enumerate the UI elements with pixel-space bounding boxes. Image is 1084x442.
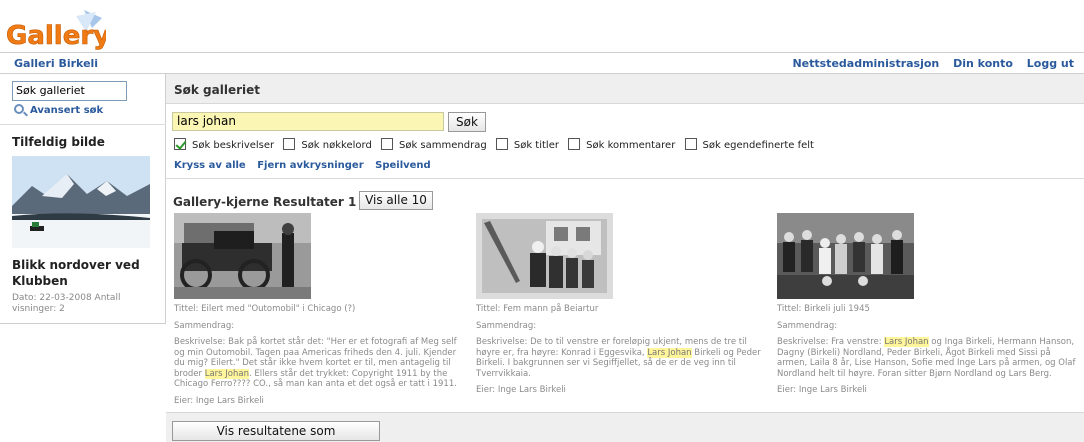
breadcrumb-gallery[interactable]: Galleri Birkeli [14, 57, 98, 70]
result-summary: Sammendrag: [777, 320, 838, 331]
result-owner: Eier: Inge Lars Birkeli [174, 395, 264, 406]
random-image-caption[interactable]: Blikk nordover ved Klubben [12, 257, 157, 289]
result-item: Tittel: Fem mann på Beiartur Sammendrag:… [476, 213, 766, 402]
result-thumbnail[interactable] [476, 213, 613, 299]
search-icon [14, 104, 24, 114]
option-label: Søk sammendrag [398, 140, 487, 151]
random-image-thumbnail[interactable] [12, 156, 150, 248]
option-label: Søk nøkkelord [301, 140, 372, 151]
result-title: Tittel: Fem mann på Beiartur [476, 304, 599, 314]
result-item: Tittel: Eilert med "Outomobil" i Chicago… [174, 213, 464, 412]
slideshow-button[interactable]: Vis resultatene som lysbildevisning [172, 421, 380, 441]
search-query-input[interactable]: lars johan [172, 112, 444, 131]
selection-links: Kryss av alle Fjern avkrysninger Speilve… [174, 160, 439, 171]
option-label: Søk titler [513, 140, 559, 151]
checkbox-keywords[interactable] [283, 138, 296, 150]
search-highlight: Lars Johan [884, 337, 929, 347]
main-header: Søk galleriet [166, 74, 1084, 104]
results-footer: Vis resultatene som lysbildevisning [166, 412, 1084, 442]
option-descriptions[interactable]: Søk beskrivelser [174, 138, 274, 151]
advanced-search-link[interactable]: Avansert søk [14, 104, 103, 116]
divider [166, 178, 1084, 179]
checkbox-titles[interactable] [495, 138, 508, 150]
option-label: Søk kommentarer [586, 140, 676, 151]
result-thumbnail[interactable] [777, 213, 914, 299]
option-comments[interactable]: Søk kommentarer [568, 138, 675, 151]
view-all-button[interactable]: Vis alle 10 [359, 191, 433, 210]
top-nav-bar: Galleri Birkeli Nettstedadministrasjon D… [0, 52, 1084, 74]
checkbox-comments[interactable] [568, 138, 581, 150]
option-label: Søk egendefinerte felt [702, 140, 814, 151]
page-title: Søk galleriet [174, 83, 261, 97]
result-item: Tittel: Birkeli juli 1945 Sammendrag: Be… [777, 213, 1077, 402]
result-title: Tittel: Birkeli juli 1945 [777, 304, 870, 314]
result-summary: Sammendrag: [174, 320, 235, 331]
checkbox-custom-fields[interactable] [684, 138, 697, 150]
search-highlight: Lars Johan [647, 347, 692, 358]
sidebar-divider [0, 124, 166, 125]
check-all-link[interactable]: Kryss av alle [174, 160, 246, 171]
search-options: Søk beskrivelser Søk nøkkelord Søk samme… [174, 138, 820, 151]
option-label: Søk beskrivelser [192, 140, 275, 151]
sidebar-search-input[interactable]: Søk galleriet [12, 81, 127, 101]
option-custom-fields[interactable]: Søk egendefinerte felt [684, 138, 814, 151]
checkbox-descriptions[interactable] [174, 138, 186, 150]
result-description: Beskrivelse: Fra venstre: Lars Johan og … [777, 337, 1077, 379]
result-summary: Sammendrag: [476, 320, 537, 331]
invert-selection-link[interactable]: Speilvend [375, 160, 431, 171]
option-summary[interactable]: Søk sammendrag [380, 138, 487, 151]
advanced-search-label: Avansert søk [30, 105, 104, 116]
search-button[interactable]: Søk [448, 112, 486, 132]
search-highlight: Lars Johan [204, 368, 249, 379]
result-title: Tittel: Eilert med "Outomobil" i Chicago… [174, 304, 356, 314]
checkbox-summary[interactable] [380, 138, 393, 150]
gallery-logo[interactable]: Gallery [6, 6, 110, 51]
uncheck-all-link[interactable]: Fjern avkrysninger [257, 160, 363, 171]
result-owner: Eier: Inge Lars Birkeli [777, 385, 867, 395]
sidebar: Søk galleriet Avansert søk Tilfeldig bil… [0, 74, 166, 324]
result-thumbnail[interactable] [174, 213, 311, 299]
results-heading: Gallery-kjerne Resultater 1 - 3 [173, 195, 379, 209]
main-content: Søk galleriet lars johan Søk Søk beskriv… [166, 74, 1084, 442]
svg-text:Gallery: Gallery [6, 21, 106, 50]
random-image-meta: Dato: 22-03-2008 Antall visninger: 2 [12, 293, 121, 314]
option-titles[interactable]: Søk titler [495, 138, 559, 151]
desc-text: Beskrivelse: Fra venstre: [777, 337, 885, 347]
my-account-link[interactable]: Din konto [953, 57, 1013, 70]
logout-link[interactable]: Logg ut [1027, 57, 1074, 70]
user-links: Nettstedadministrasjon Din konto Logg ut [782, 57, 1074, 70]
result-owner: Eier: Inge Lars Birkeli [476, 385, 566, 395]
option-keywords[interactable]: Søk nøkkelord [283, 138, 372, 151]
result-description: Beskrivelse: De to til venstre er forelø… [476, 337, 766, 379]
random-image-heading: Tilfeldig bilde [12, 135, 105, 149]
result-description: Beskrivelse: Bak på kortet står det: "He… [174, 337, 464, 390]
site-admin-link[interactable]: Nettstedadministrasjon [792, 57, 939, 70]
